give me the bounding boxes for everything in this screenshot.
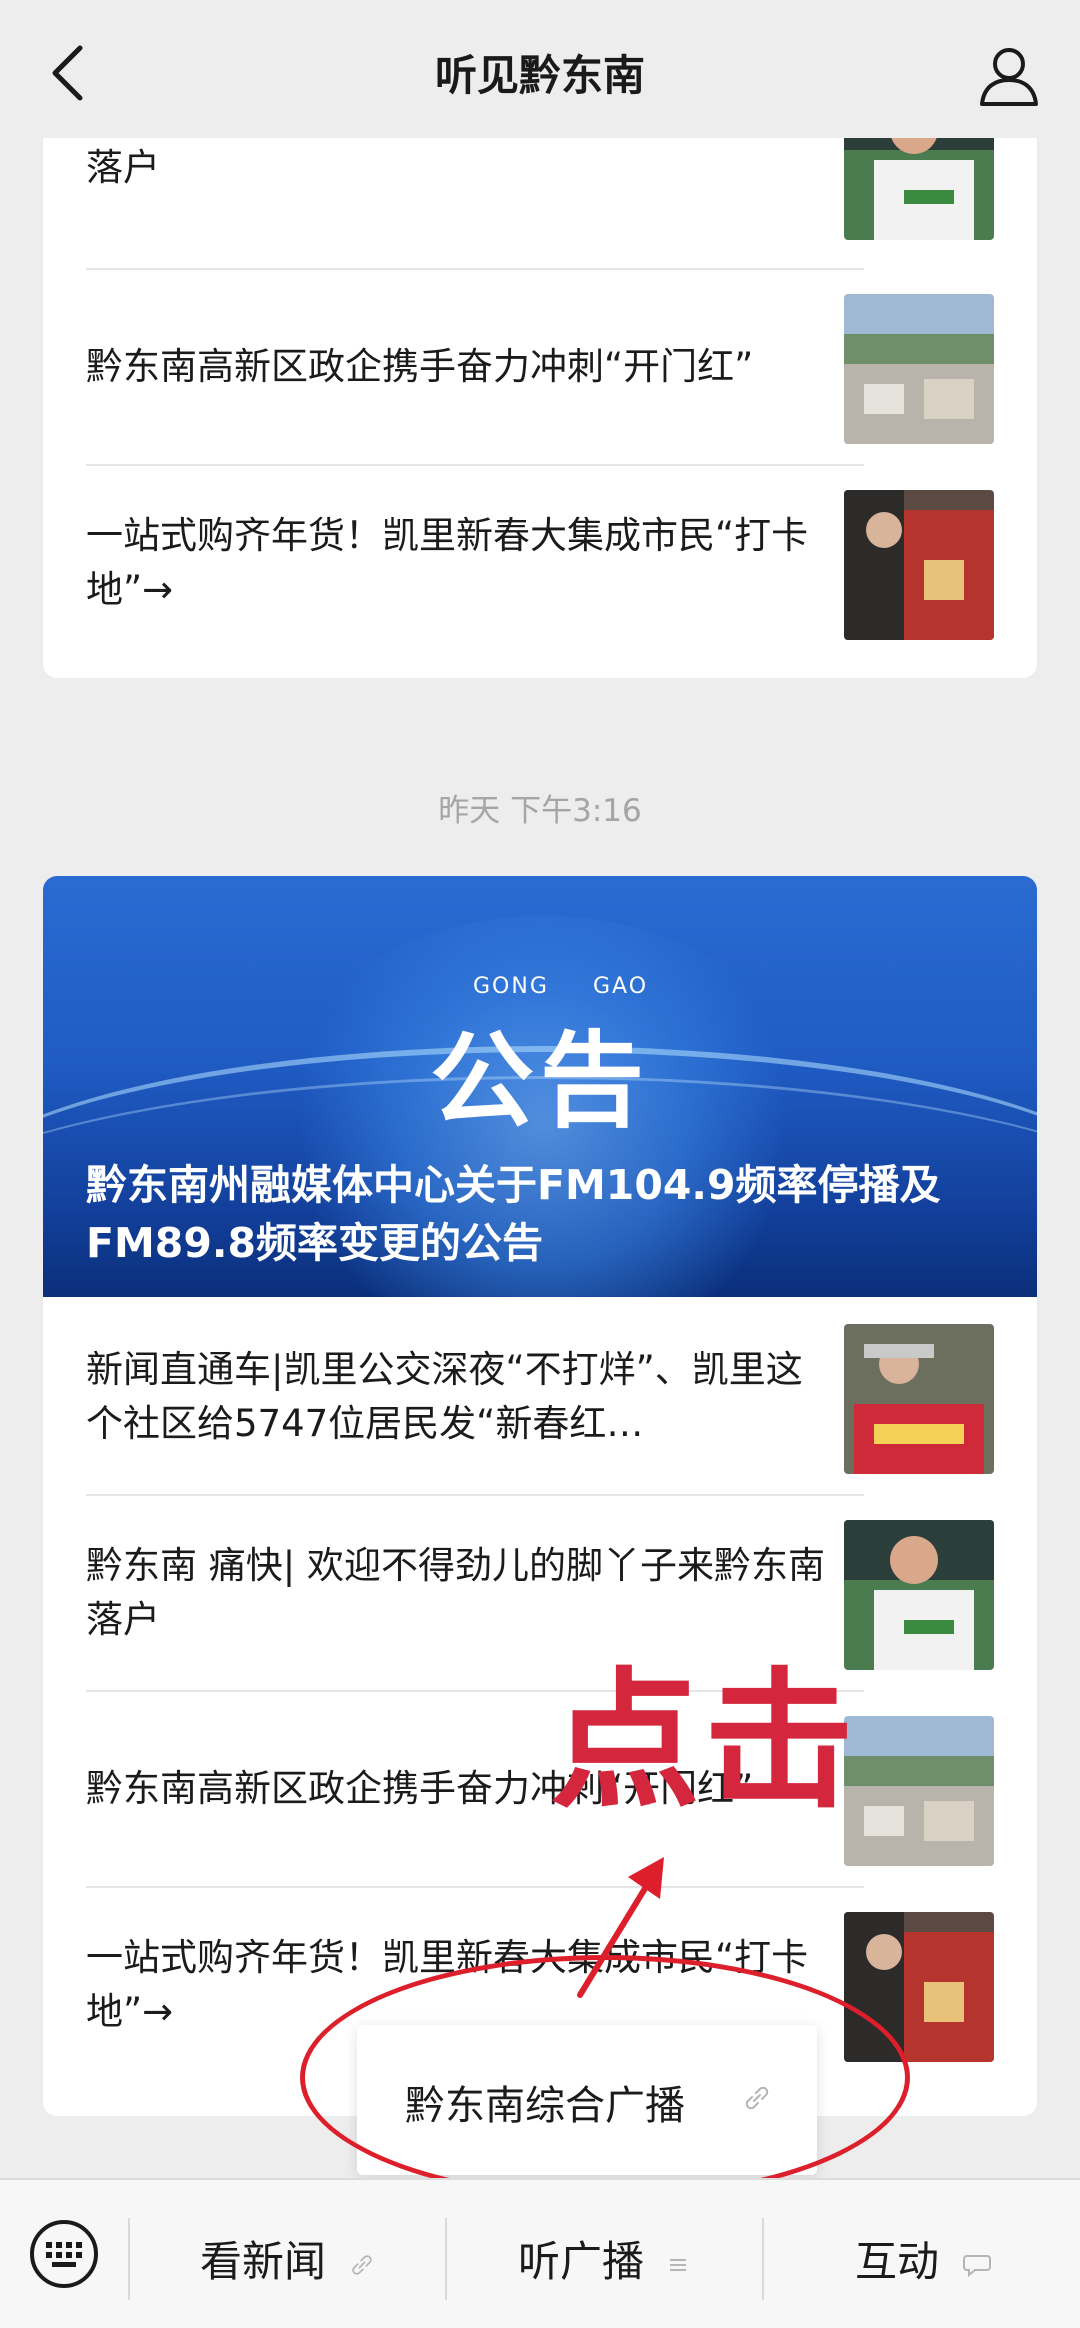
menu-divider (445, 2218, 447, 2300)
menu-tab-radio-label: 听广播 (518, 2237, 645, 2286)
article-title: 黔东南高新区政企携手奋力冲刺“开门红” (86, 345, 754, 388)
top-bar: 听见黔东南 (0, 0, 1080, 138)
article-thumbnail (844, 1324, 994, 1474)
menu-divider (762, 2218, 764, 2300)
menu-lines-icon (670, 2258, 687, 2271)
menu-divider (128, 2218, 130, 2300)
banner-article-title: 黔东南州融媒体中心关于FM104.9频率停播及FM89.8频率变更的公告 (86, 1161, 941, 1267)
message-timestamp: 昨天 下午3:16 (438, 793, 642, 829)
article-title: 一站式购齐年货！凯里新春大集成市民“打卡地”→ (86, 514, 809, 611)
menu-tab-radio[interactable]: 听广播 (518, 2228, 689, 2289)
link-icon (352, 2254, 373, 2275)
menu-tab-interact[interactable]: 互动 (855, 2228, 992, 2289)
article-card: GONG GAO 公告 黔东南州融媒体中心关于FM104.9频率停播及FM89.… (43, 876, 1037, 2116)
chat-bubble-icon (963, 2254, 992, 2277)
article-thumbnail (844, 490, 994, 640)
article-thumbnail (844, 294, 994, 444)
page-title: 听见黔东南 (434, 51, 645, 100)
article-card-previous: 黔东南 痛快| 欢迎不得劲儿的脚丫子来黔东南落户 黔东南高新区政企携手奋力冲刺“… (43, 100, 1037, 678)
click-annotation-label: 点击 (550, 1655, 859, 1829)
bottom-menu-bar: 看新闻 听广播 互动 (0, 2178, 1080, 2328)
list-item[interactable]: 黔东南高新区政企携手奋力冲刺“开门红” (86, 270, 864, 464)
list-item[interactable]: 一站式购齐年货！凯里新春大集成市民“打卡地”→ (86, 466, 864, 660)
menu-tab-news-label: 看新闻 (200, 2237, 327, 2286)
user-profile-icon[interactable] (974, 40, 1044, 110)
menu-tab-news[interactable]: 看新闻 (200, 2228, 375, 2289)
menu-tab-interact-label: 互动 (855, 2237, 940, 2286)
annotation-circle (300, 1955, 910, 2200)
list-item[interactable]: 新闻直通车|凯里公交深夜“不打烊”、凯里这个社区给5747位居民发“新春红… (86, 1300, 864, 1494)
keyboard-icon[interactable] (28, 2218, 100, 2290)
announcement-banner[interactable]: GONG GAO 公告 黔东南州融媒体中心关于FM104.9频率停播及FM89.… (43, 876, 1037, 1297)
article-thumbnail (844, 1716, 994, 1866)
banner-heading: 公告 (429, 1020, 650, 1142)
article-title: 新闻直通车|凯里公交深夜“不打烊”、凯里这个社区给5747位居民发“新春红… (86, 1348, 803, 1445)
article-thumbnail (844, 1520, 994, 1670)
